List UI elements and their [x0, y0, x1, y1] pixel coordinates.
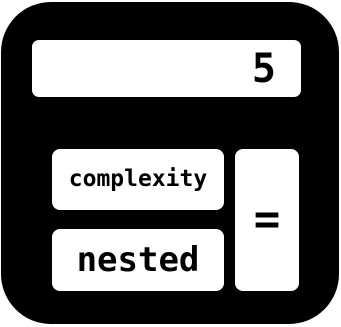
equals-key: = [235, 149, 299, 291]
nested-key: nested [52, 229, 224, 291]
display-value: 5 [251, 45, 276, 92]
nested-key-label: nested [76, 240, 200, 280]
complexity-key: complexity [52, 149, 224, 210]
display-screen: 5 [32, 40, 301, 97]
calculator-icon: 5 complexity nested = [1, 2, 339, 324]
complexity-key-label: complexity [68, 166, 208, 192]
equals-key-label: = [253, 194, 281, 245]
